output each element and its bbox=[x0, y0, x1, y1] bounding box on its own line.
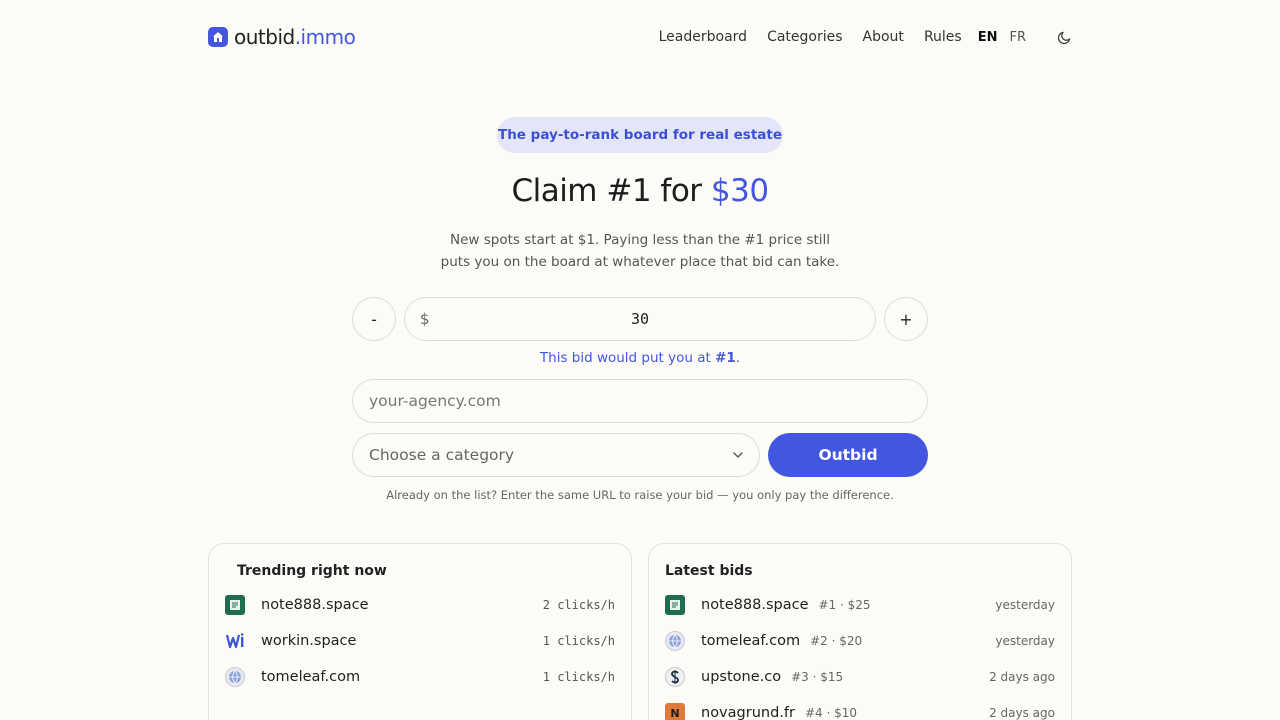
rank-message: This bid would put you at #1. bbox=[0, 350, 1280, 366]
list-item[interactable]: tomeleaf.com 1 clicks/h bbox=[225, 665, 615, 689]
site-name: workin.space bbox=[261, 633, 357, 649]
site-name: novagrund.fr bbox=[701, 705, 795, 720]
clicks-rate: 2 clicks/h bbox=[542, 598, 615, 612]
nav-categories[interactable]: Categories bbox=[767, 29, 842, 45]
moon-icon[interactable] bbox=[1056, 29, 1072, 45]
nav-leaderboard[interactable]: Leaderboard bbox=[659, 29, 747, 45]
outbid-button[interactable]: Outbid bbox=[768, 433, 928, 477]
logo[interactable]: outbid.immo bbox=[208, 25, 356, 49]
page-title: Claim #1 for $30 bbox=[0, 173, 1280, 209]
list-item[interactable]: workin.space 1 clicks/h bbox=[225, 629, 615, 653]
clicks-rate: 1 clicks/h bbox=[542, 634, 615, 648]
globe-icon bbox=[665, 631, 685, 651]
rank-price: #3 · $15 bbox=[791, 670, 844, 684]
site-name: note888.space bbox=[701, 597, 809, 613]
category-placeholder: Choose a category bbox=[369, 446, 515, 464]
bid-time: yesterday bbox=[995, 634, 1055, 648]
note888-favicon bbox=[665, 595, 685, 615]
latest-bids-card: Latest bids note888.space #1 · $25 yeste… bbox=[648, 543, 1072, 720]
site-header: outbid.immo Leaderboard Categories About… bbox=[208, 24, 1072, 50]
trending-card: Trending right now note888.space 2 click… bbox=[208, 543, 632, 720]
note888-favicon bbox=[225, 595, 245, 615]
lang-en[interactable]: EN bbox=[978, 30, 998, 45]
url-input[interactable]: your-agency.com bbox=[352, 379, 928, 423]
clicks-rate: 1 clicks/h bbox=[542, 670, 615, 684]
main-nav: Leaderboard Categories About Rules EN FR bbox=[659, 29, 1072, 45]
headline-price: $30 bbox=[710, 173, 769, 209]
site-name: tomeleaf.com bbox=[261, 669, 361, 685]
hero-description: New spots start at $1. Paying less than … bbox=[440, 232, 840, 270]
rank-price: #2 · $20 bbox=[810, 634, 863, 648]
list-item[interactable]: note888.space #1 · $25 yesterday bbox=[665, 593, 1055, 617]
list-item[interactable]: tomeleaf.com #2 · $20 yesterday bbox=[665, 629, 1055, 653]
novagrund-favicon: N bbox=[665, 703, 685, 720]
site-name: note888.space bbox=[261, 597, 369, 613]
trending-title: Trending right now bbox=[237, 563, 387, 579]
logo-domain: .immo bbox=[294, 25, 356, 49]
chevron-down-icon bbox=[731, 448, 745, 466]
rank-suffix: . bbox=[735, 350, 741, 366]
rank-price: #4 · $10 bbox=[804, 706, 857, 720]
bid-time: 2 days ago bbox=[989, 706, 1055, 720]
bid-amount-input[interactable]: $ 30 bbox=[404, 297, 876, 341]
lang-fr[interactable]: FR bbox=[1009, 30, 1026, 45]
decrease-button[interactable]: - bbox=[352, 297, 396, 341]
nav-about[interactable]: About bbox=[863, 29, 904, 45]
bid-time: 2 days ago bbox=[989, 670, 1055, 684]
latest-bids-title: Latest bids bbox=[665, 563, 753, 579]
globe-icon bbox=[225, 667, 245, 687]
currency-symbol: $ bbox=[420, 310, 430, 328]
url-placeholder: your-agency.com bbox=[369, 392, 501, 410]
house-icon bbox=[208, 27, 228, 47]
category-select[interactable]: Choose a category bbox=[352, 433, 760, 477]
logo-brand: outbid bbox=[234, 25, 295, 49]
upstone-favicon bbox=[665, 667, 685, 687]
rank-price: #1 · $25 bbox=[818, 598, 871, 612]
tagline-pill: The pay-to-rank board for real estate bbox=[497, 117, 783, 153]
increase-button[interactable]: + bbox=[884, 297, 928, 341]
bid-amount-value: 30 bbox=[630, 310, 650, 328]
site-name: tomeleaf.com bbox=[701, 633, 801, 649]
bid-time: yesterday bbox=[995, 598, 1055, 612]
workin-favicon bbox=[225, 631, 245, 651]
rank-prefix: This bid would put you at bbox=[539, 350, 716, 366]
raise-bid-hint: Already on the list? Enter the same URL … bbox=[386, 488, 894, 502]
logo-text: outbid.immo bbox=[234, 25, 356, 49]
rank-value: #1 bbox=[715, 350, 736, 366]
list-item[interactable]: upstone.co #3 · $15 2 days ago bbox=[665, 665, 1055, 689]
headline-prefix: Claim #1 for bbox=[511, 173, 711, 209]
nav-rules[interactable]: Rules bbox=[924, 29, 962, 45]
site-name: upstone.co bbox=[701, 669, 782, 685]
list-item[interactable]: note888.space 2 clicks/h bbox=[225, 593, 615, 617]
list-item[interactable]: N novagrund.fr #4 · $10 2 days ago bbox=[665, 701, 1055, 720]
